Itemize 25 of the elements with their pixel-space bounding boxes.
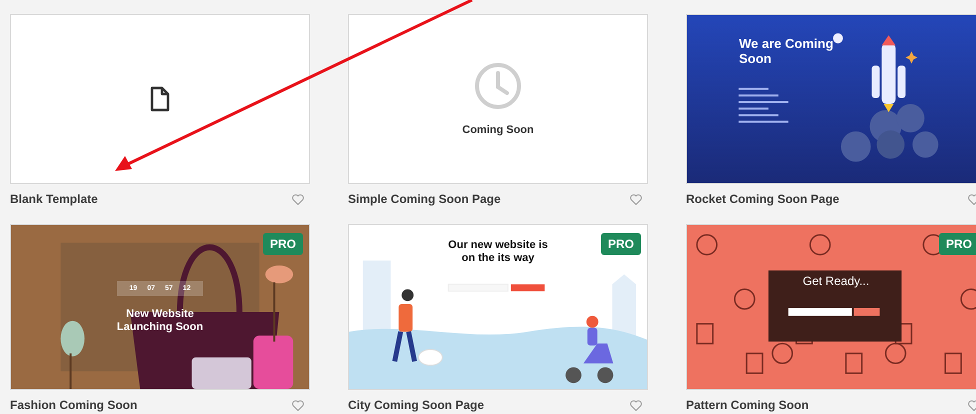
template-preview[interactable]: Coming Soon bbox=[348, 14, 648, 184]
template-title[interactable]: City Coming Soon Page bbox=[348, 398, 484, 412]
heart-icon[interactable] bbox=[292, 194, 304, 204]
template-title[interactable]: Pattern Coming Soon bbox=[686, 398, 809, 412]
template-preview[interactable] bbox=[10, 14, 310, 184]
template-preview[interactable]: We are Coming Soon bbox=[686, 14, 976, 184]
preview-heading: We are Coming Soon bbox=[739, 37, 834, 67]
preview-heading: New Website Launching Soon bbox=[116, 308, 204, 334]
template-title[interactable]: Rocket Coming Soon Page bbox=[686, 192, 840, 206]
heart-icon[interactable] bbox=[292, 400, 304, 410]
pro-badge: PRO bbox=[938, 233, 976, 255]
heart-icon[interactable] bbox=[630, 400, 642, 410]
template-title[interactable]: Blank Template bbox=[10, 192, 98, 206]
template-title[interactable]: Simple Coming Soon Page bbox=[348, 192, 501, 206]
preview-heading: Get Ready... bbox=[802, 275, 870, 289]
template-title[interactable]: Fashion Coming Soon bbox=[10, 398, 138, 412]
heart-icon[interactable] bbox=[630, 194, 642, 204]
pro-badge: PRO bbox=[600, 233, 641, 255]
clock-icon bbox=[474, 62, 522, 110]
preview-heading: Our new website is on the its way bbox=[447, 239, 549, 264]
template-preview[interactable]: Our new website is on the its way PRO bbox=[348, 224, 648, 390]
preview-heading: Coming Soon bbox=[462, 124, 534, 136]
document-icon bbox=[150, 86, 170, 112]
template-preview[interactable]: Get Ready... PRO bbox=[686, 224, 976, 390]
pro-badge: PRO bbox=[262, 233, 303, 255]
